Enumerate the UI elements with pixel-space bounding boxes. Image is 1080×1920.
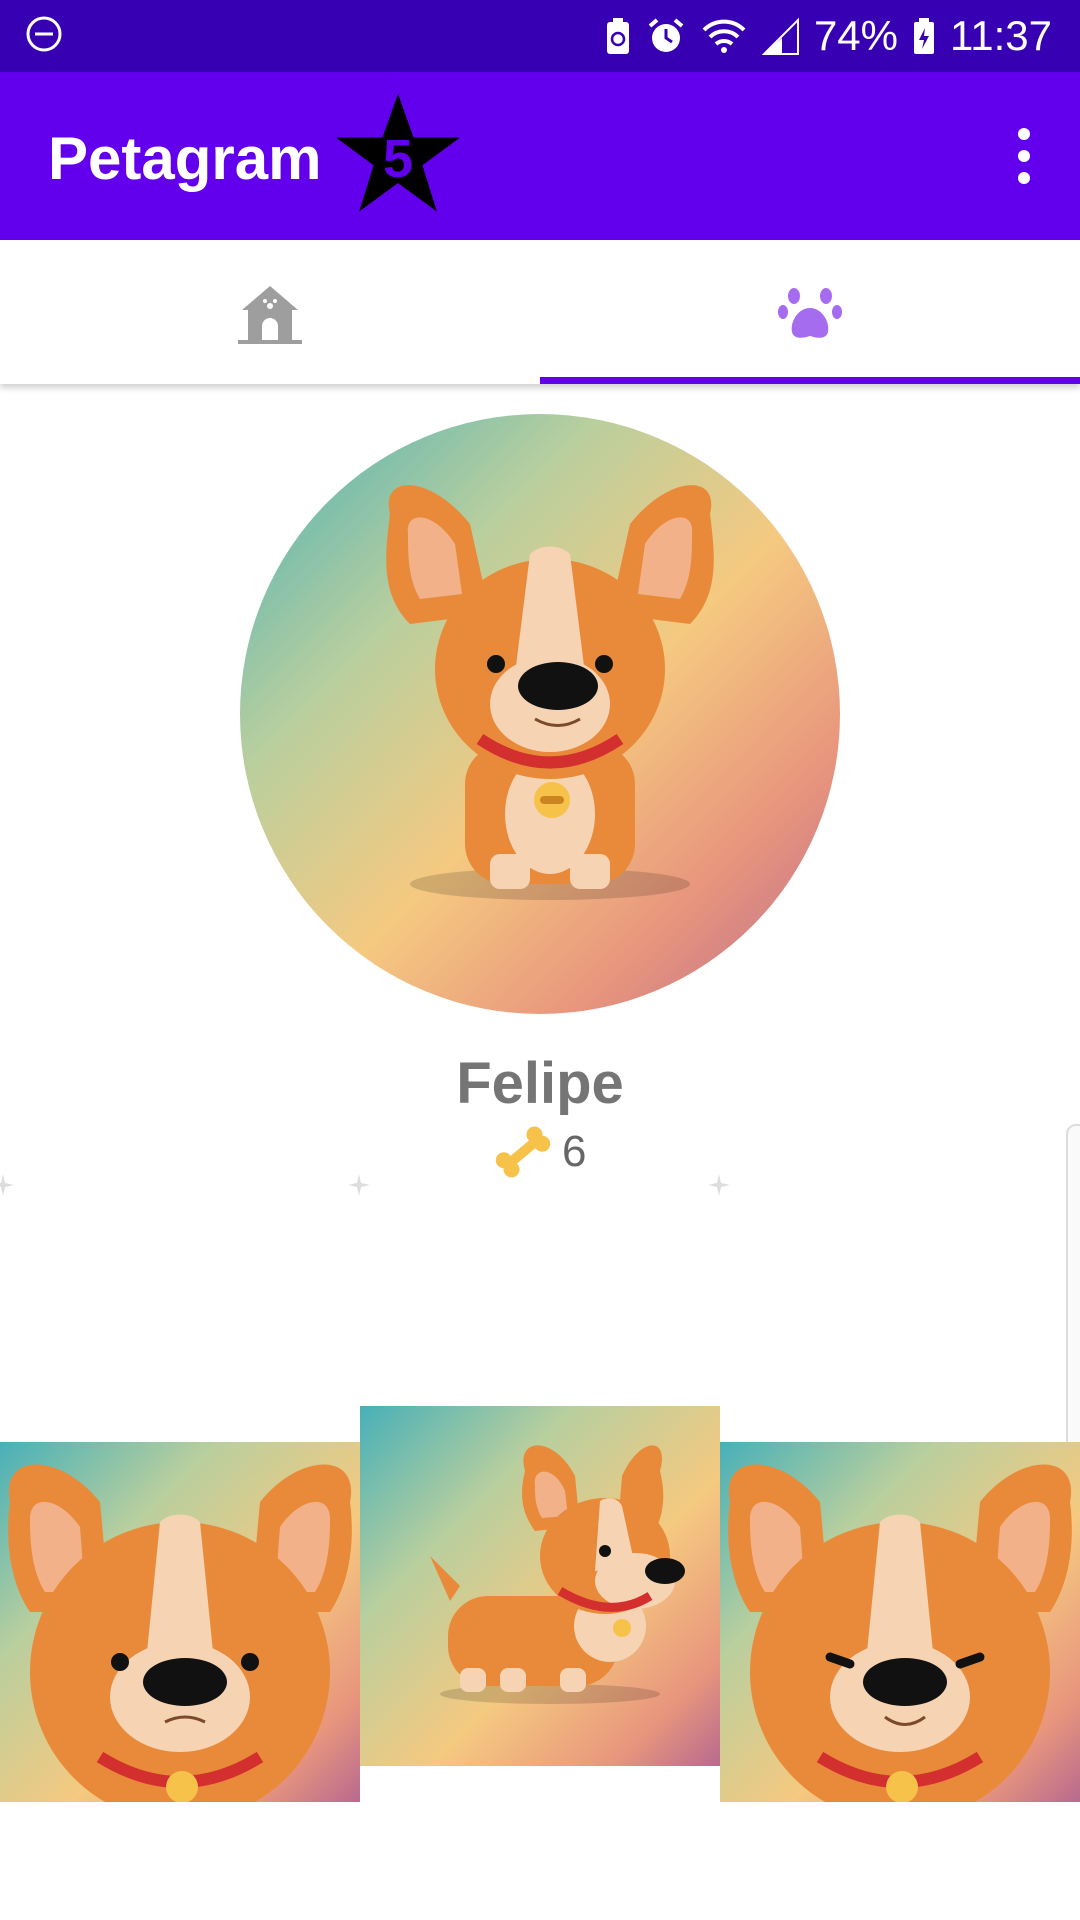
clock: 11:37	[950, 12, 1052, 59]
tab-bar	[0, 240, 1080, 384]
overflow-menu-icon[interactable]	[1004, 124, 1044, 188]
photo-thumbnail[interactable]	[0, 1442, 360, 1802]
status-icons: 74% 11:37	[604, 6, 1052, 66]
corgi-illustration	[8, 1464, 352, 1802]
sparkle-icon	[0, 1174, 14, 1196]
dog-house-icon	[238, 286, 302, 344]
app-title: Petagram	[48, 125, 322, 192]
photo-thumbnail[interactable]	[720, 1442, 1080, 1802]
battery-saver-icon	[606, 18, 629, 54]
battery-percent: 74%	[813, 12, 898, 59]
wifi-icon	[702, 19, 746, 53]
paw-icon	[778, 288, 842, 338]
tab-home[interactable]	[0, 240, 540, 384]
sparkle-icon	[708, 1174, 730, 1196]
battery-icon	[914, 18, 934, 54]
sparkle-icon	[348, 1174, 370, 1196]
do-not-disturb-icon	[26, 16, 62, 52]
app-bar: Petagram 5	[0, 72, 1080, 240]
corgi-illustration	[430, 1445, 685, 1704]
favorites-star-button[interactable]: 5	[332, 90, 464, 222]
bone-icon	[495, 1126, 551, 1178]
tab-indicator	[540, 377, 1080, 384]
corgi-illustration	[386, 485, 714, 900]
tab-profile[interactable]	[540, 240, 1080, 384]
star-count: 5	[382, 129, 414, 189]
signal-icon	[761, 17, 799, 55]
likes-row: 6	[490, 1122, 586, 1182]
scroll-handle[interactable]	[1066, 1124, 1080, 1478]
corgi-illustration	[728, 1464, 1072, 1802]
status-bar: 74% 11:37	[0, 0, 1080, 72]
alarm-icon	[648, 18, 684, 52]
profile-avatar	[240, 414, 840, 1014]
pet-name: Felipe	[456, 1051, 624, 1116]
photo-thumbnail[interactable]	[360, 1406, 720, 1766]
likes-count: 6	[562, 1127, 587, 1176]
